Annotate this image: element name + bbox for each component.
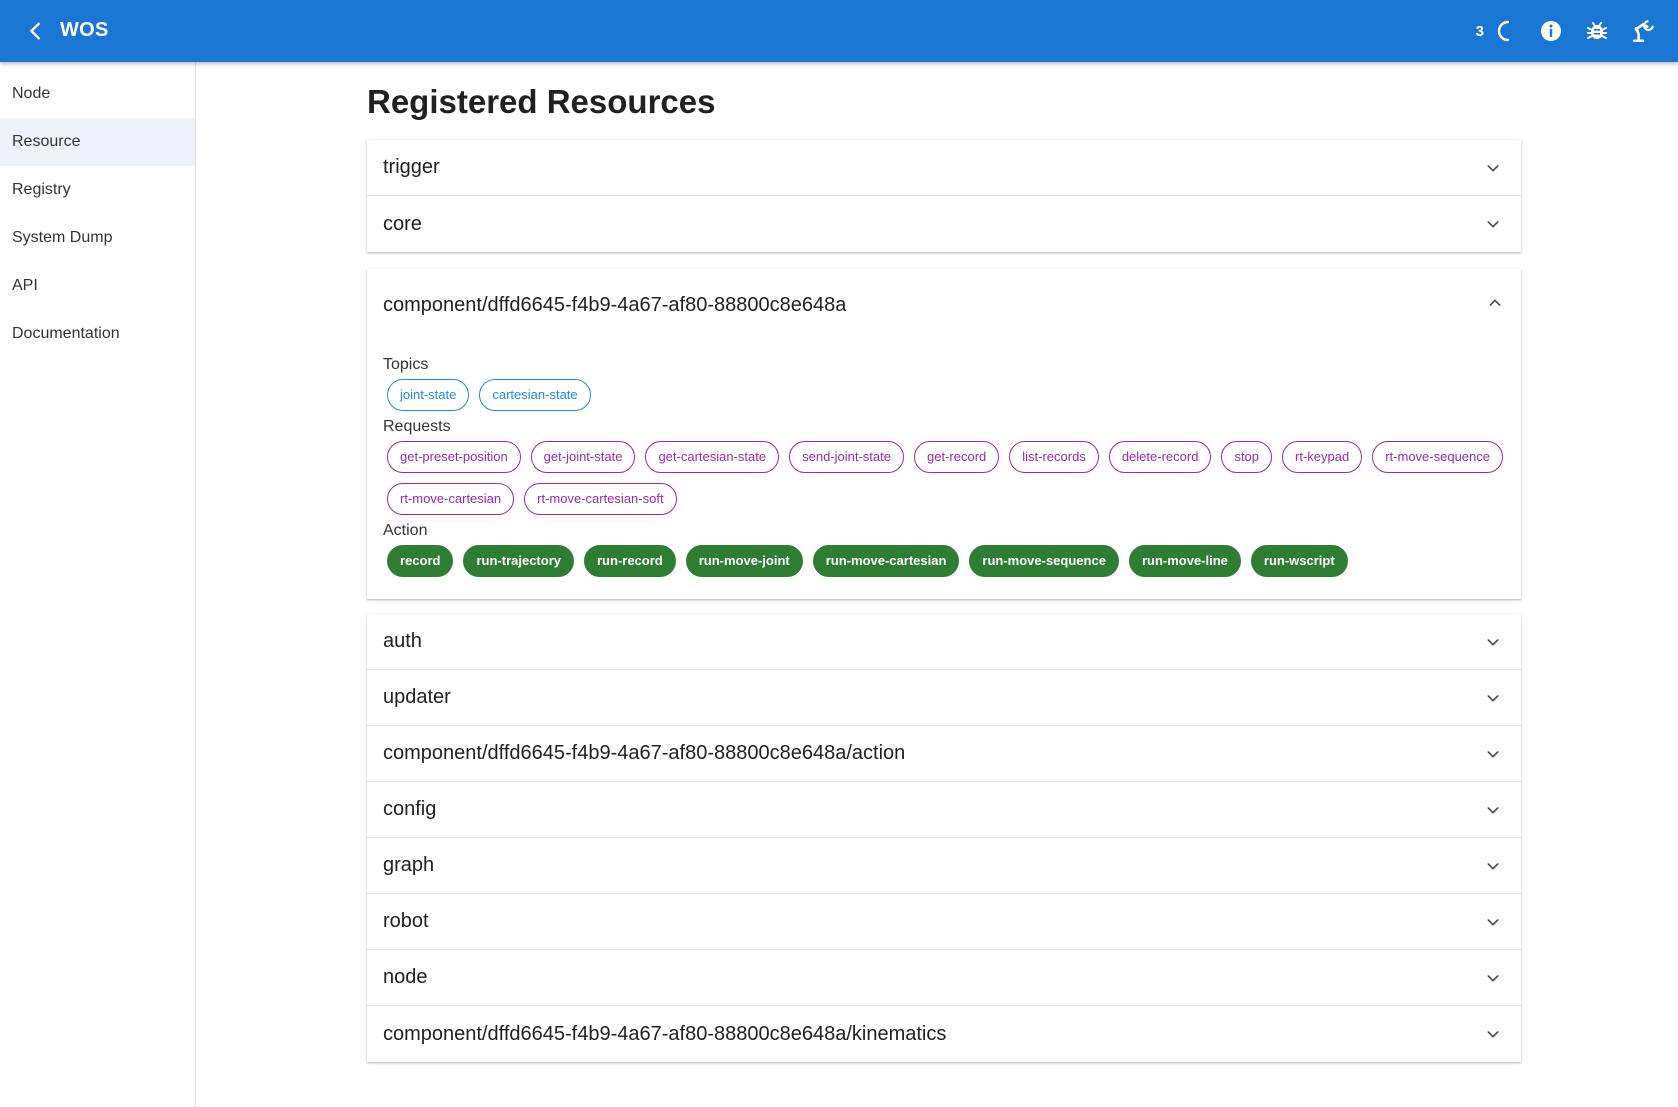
resource-row-core[interactable]: core: [367, 196, 1521, 252]
resource-label: component/dffd6645-f4b9-4a67-af80-88800c…: [383, 742, 906, 764]
resource-label: auth: [383, 630, 422, 652]
chevron-down-icon[interactable]: [1483, 1024, 1503, 1044]
request-chip-list-records[interactable]: list-records: [1009, 441, 1099, 473]
request-chip-delete-record[interactable]: delete-record: [1108, 441, 1212, 473]
action-chip-run-move-cartesian[interactable]: run-move-cartesian: [812, 545, 960, 577]
resource-row-component-dffd6645-f4b9-4a67-af80-88800c8e648a-action[interactable]: component/dffd6645-f4b9-4a67-af80-88800c…: [367, 726, 1521, 782]
sidebar-item-system-dump[interactable]: System Dump: [0, 214, 195, 262]
request-chip-get-joint-state[interactable]: get-joint-state: [530, 441, 636, 473]
resource-label: trigger: [383, 156, 440, 178]
request-chip-stop[interactable]: stop: [1221, 441, 1273, 473]
chevron-down-icon[interactable]: [1483, 688, 1503, 708]
app-bar: WOS 3: [0, 0, 1678, 62]
request-chip-rt-move-cartesian-soft[interactable]: rt-move-cartesian-soft: [524, 483, 677, 515]
chevron-down-icon[interactable]: [1483, 800, 1503, 820]
sidebar-item-registry[interactable]: Registry: [0, 166, 195, 214]
resource-label: robot: [383, 910, 429, 932]
request-chip-rt-keypad[interactable]: rt-keypad: [1282, 441, 1363, 473]
chevron-down-icon[interactable]: [1483, 214, 1503, 234]
resource-label: component/dffd6645-f4b9-4a67-af80-88800c…: [383, 1022, 947, 1045]
resource-label: core: [383, 212, 422, 235]
connection-count: 3: [1475, 22, 1484, 40]
resource-label: node: [383, 966, 428, 988]
sidebar: Node Resource Registry System Dump API D…: [0, 62, 196, 1107]
sidebar-item-documentation[interactable]: Documentation: [0, 310, 195, 358]
resource-group-top: trigger core: [367, 140, 1521, 252]
resource-row-updater[interactable]: updater: [367, 670, 1521, 726]
topics-label: Topics: [383, 356, 429, 373]
request-chip-rt-move-cartesian[interactable]: rt-move-cartesian: [387, 483, 515, 515]
chevron-down-icon[interactable]: [1483, 632, 1503, 652]
resource-label: config: [383, 798, 437, 820]
action-chip-record[interactable]: record: [387, 545, 454, 577]
robot-arm-icon[interactable]: [1630, 18, 1656, 44]
chevron-down-icon[interactable]: [1483, 744, 1503, 764]
resource-group-bottom: auth updater component/dffd6645-f4b9-4a67-…: [367, 614, 1521, 1062]
chevron-down-icon[interactable]: [1483, 968, 1503, 988]
loading-spinner-icon: [1492, 18, 1518, 44]
request-chip-send-joint-state[interactable]: send-joint-state: [789, 441, 904, 473]
action-label: Action: [383, 522, 428, 539]
action-chip-run-move-line[interactable]: run-move-line: [1128, 545, 1241, 577]
action-chip-run-move-sequence[interactable]: run-move-sequence: [969, 545, 1119, 577]
chevron-up-icon[interactable]: [1487, 295, 1503, 316]
resource-row-config[interactable]: config: [367, 782, 1521, 838]
topics-chip-list: joint-state cartesian-state: [383, 379, 1505, 411]
action-chip-run-wscript[interactable]: run-wscript: [1250, 545, 1348, 577]
resource-row-graph[interactable]: graph: [367, 838, 1521, 894]
chevron-down-icon[interactable]: [1483, 158, 1503, 178]
request-chip-get-cartesian-state[interactable]: get-cartesian-state: [645, 441, 780, 473]
resource-label: updater: [383, 686, 451, 708]
resource-row-robot[interactable]: robot: [367, 894, 1521, 950]
requests-chip-list: get-preset-position get-joint-state get-ca…: [383, 441, 1505, 515]
topic-chip-joint-state[interactable]: joint-state: [387, 379, 470, 411]
request-chip-get-record[interactable]: get-record: [914, 441, 1000, 473]
chevron-down-icon[interactable]: [1483, 856, 1503, 876]
sidebar-item-node[interactable]: Node: [0, 70, 195, 118]
sidebar-item-api[interactable]: API: [0, 262, 195, 310]
topic-chip-cartesian-state[interactable]: cartesian-state: [479, 379, 591, 411]
resource-label: graph: [383, 854, 435, 876]
resource-row-auth[interactable]: auth: [367, 614, 1521, 670]
action-chip-run-record[interactable]: run-record: [584, 545, 676, 577]
requests-label: Requests: [383, 418, 451, 435]
expanded-resource-panel: component/dffd6645-f4b9-4a67-af80-88800c…: [367, 269, 1521, 599]
resource-row-component-dffd6645-f4b9-4a67-af80-88800c8e648a-kinematics[interactable]: component/dffd6645-f4b9-4a67-af80-88800c…: [367, 1006, 1521, 1062]
request-chip-rt-move-sequence[interactable]: rt-move-sequence: [1372, 441, 1503, 473]
sidebar-item-resource[interactable]: Resource: [0, 118, 195, 166]
info-icon[interactable]: [1538, 18, 1564, 44]
resource-row-trigger[interactable]: trigger: [367, 140, 1521, 196]
expanded-resource-header[interactable]: component/dffd6645-f4b9-4a67-af80-88800c…: [367, 269, 1521, 341]
actions-chip-list: record run-trajectory run-record run-move-j…: [383, 545, 1505, 577]
action-chip-run-move-joint[interactable]: run-move-joint: [685, 545, 803, 577]
resource-label: component/dffd6645-f4b9-4a67-af80-88800c…: [383, 293, 847, 316]
request-chip-get-preset-position[interactable]: get-preset-position: [387, 441, 521, 473]
resource-row-node[interactable]: node: [367, 950, 1521, 1006]
page-title: Registered Resources: [367, 83, 716, 120]
back-arrow-icon[interactable]: [22, 17, 50, 45]
bug-icon[interactable]: [1584, 18, 1610, 44]
chevron-down-icon[interactable]: [1483, 912, 1503, 932]
main-content: Registered Resources trigger core compone…: [367, 62, 1521, 1062]
app-title: WOS: [60, 19, 109, 41]
action-chip-run-trajectory[interactable]: run-trajectory: [463, 545, 574, 577]
